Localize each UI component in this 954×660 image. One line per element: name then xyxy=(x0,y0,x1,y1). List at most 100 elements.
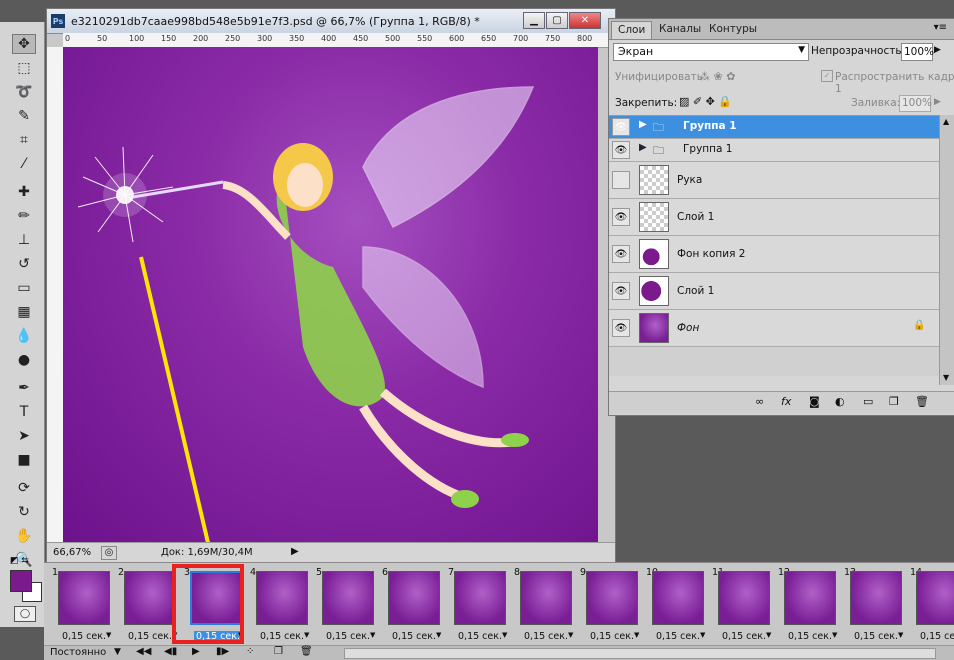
eye-hidden-icon[interactable] xyxy=(612,171,630,189)
3d-orbit-tool-icon[interactable]: ↻ xyxy=(12,502,36,522)
opacity-input[interactable]: 100% xyxy=(901,43,934,61)
play-icon[interactable]: ▶ xyxy=(192,646,200,657)
marquee-tool-icon[interactable]: ⬚ xyxy=(12,58,36,78)
zoom-level[interactable]: 66,67% xyxy=(53,547,91,558)
layer-row-fon-kopiya-2[interactable]: 👁 Фон копия 2 xyxy=(609,236,939,273)
duration-chevron-icon[interactable]: ▼ xyxy=(898,631,903,639)
timeline-frame[interactable]: 9 0,15 сек. ▼ xyxy=(578,567,640,645)
delete-layer-icon[interactable]: 🗑 xyxy=(915,395,929,408)
history-brush-tool-icon[interactable]: ↺ xyxy=(12,254,36,274)
propagate-checkbox[interactable]: ✓ xyxy=(821,70,833,82)
duration-chevron-icon[interactable]: ▼ xyxy=(238,631,243,639)
timeline-frame[interactable]: 130,15 сек.▼ xyxy=(842,567,904,645)
frame-duration[interactable]: 0,15 сек. xyxy=(62,631,106,642)
timeline-frame[interactable]: 3 0,15 сек. ▼ xyxy=(182,567,244,645)
timeline-frame[interactable]: 100,15 сек.▼ xyxy=(644,567,706,645)
duration-chevron-icon[interactable]: ▼ xyxy=(106,631,111,639)
crop-tool-icon[interactable]: ⌗ xyxy=(12,130,36,150)
loop-mode-select[interactable]: Постоянно xyxy=(50,647,106,658)
eyedropper-tool-icon[interactable]: ⁄ xyxy=(12,154,36,174)
timeline-frame[interactable]: 120,15 сек.▼ xyxy=(776,567,838,645)
status-menu-arrow-icon[interactable]: ▶ xyxy=(291,546,299,557)
quick-select-tool-icon[interactable]: ✎ xyxy=(12,106,36,126)
eye-icon[interactable]: 👁 xyxy=(612,141,630,159)
move-tool-icon[interactable]: ✥ xyxy=(12,34,36,54)
path-select-tool-icon[interactable]: ➤ xyxy=(12,426,36,446)
expand-triangle-icon[interactable]: ▶ xyxy=(639,142,647,153)
expand-triangle-icon[interactable]: ▶ xyxy=(639,119,647,130)
default-colors-icon[interactable]: ◩ ⇆ xyxy=(10,556,29,566)
frame-duration[interactable]: 0,15 сек. xyxy=(194,631,242,642)
duration-chevron-icon[interactable]: ▼ xyxy=(172,631,177,639)
frame-duration[interactable]: 0,15 сек. xyxy=(590,631,634,642)
image-canvas[interactable] xyxy=(63,47,598,542)
duplicate-frame-icon[interactable]: ❐ xyxy=(274,646,283,657)
tween-icon[interactable]: ⁘ xyxy=(246,646,254,657)
unify-icons[interactable]: ⁂ ❀ ✿ xyxy=(699,70,735,83)
loop-chevron-icon[interactable]: ▼ xyxy=(114,647,121,657)
dodge-tool-icon[interactable]: ● xyxy=(12,350,36,370)
frame-duration[interactable]: 0,15 сек. xyxy=(920,631,954,642)
layer-row-sloy-1-a[interactable]: 👁 Слой 1 xyxy=(609,199,939,236)
first-frame-icon[interactable]: ◀◀ xyxy=(136,646,151,657)
frame-duration[interactable]: 0,15 сек. xyxy=(260,631,304,642)
eye-icon[interactable]: 👁 xyxy=(612,118,630,136)
blend-mode-select[interactable]: Экран ▼ xyxy=(613,43,809,61)
timeline-frame[interactable]: 7 0,15 сек. ▼ xyxy=(446,567,508,645)
timeline-frame[interactable]: 4 0,15 сек. ▼ xyxy=(248,567,310,645)
frame-duration[interactable]: 0,15 сек. xyxy=(392,631,436,642)
pen-tool-icon[interactable]: ✒ xyxy=(12,378,36,398)
duration-chevron-icon[interactable]: ▼ xyxy=(436,631,441,639)
timeline-frame[interactable]: 5 0,15 сек. ▼ xyxy=(314,567,376,645)
duration-chevron-icon[interactable]: ▼ xyxy=(370,631,375,639)
opacity-slider-arrow-icon[interactable]: ▶ xyxy=(934,45,941,55)
frame-duration[interactable]: 0,15 сек. xyxy=(854,631,898,642)
quick-mask-icon[interactable]: ◯ xyxy=(14,606,36,622)
shape-tool-icon[interactable]: ■ xyxy=(12,450,36,470)
frame-duration[interactable]: 0,15 сек. xyxy=(458,631,502,642)
eye-icon[interactable]: 👁 xyxy=(612,282,630,300)
timeline-frame[interactable]: 8 0,15 сек. ▼ xyxy=(512,567,574,645)
frame-duration[interactable]: 0,15 сек. xyxy=(656,631,700,642)
add-mask-icon[interactable]: ◙ xyxy=(809,395,820,408)
duration-chevron-icon[interactable]: ▼ xyxy=(634,631,639,639)
eye-icon[interactable]: 👁 xyxy=(612,208,630,226)
duration-chevron-icon[interactable]: ▼ xyxy=(700,631,705,639)
duration-chevron-icon[interactable]: ▼ xyxy=(766,631,771,639)
status-options-icon[interactable]: ◎ xyxy=(101,546,117,560)
duration-chevron-icon[interactable]: ▼ xyxy=(502,631,507,639)
lock-icons[interactable]: ▨ ✐ ✥ 🔒 xyxy=(679,95,732,108)
frame-duration[interactable]: 0,15 сек. xyxy=(524,631,568,642)
delete-frame-icon[interactable]: 🗑 xyxy=(300,646,313,657)
gradient-tool-icon[interactable]: ▦ xyxy=(12,302,36,322)
foreground-color-swatch[interactable] xyxy=(10,570,32,592)
timeline-frame[interactable]: 6 0,15 сек. ▼ xyxy=(380,567,442,645)
close-button[interactable]: ✕ xyxy=(569,12,601,29)
maximize-button[interactable]: ▢ xyxy=(546,12,568,29)
timeline-frame[interactable]: 2 0,15 сек. ▼ xyxy=(116,567,178,645)
fill-slider-arrow-icon[interactable]: ▶ xyxy=(934,97,941,107)
clone-stamp-tool-icon[interactable]: ⊥ xyxy=(12,230,36,250)
layer-row-group-1-a[interactable]: 👁 ▶ 🗀 Группа 1 xyxy=(609,116,939,139)
layer-row-fon[interactable]: 👁 Фон 🔒 xyxy=(609,310,939,347)
layer-style-icon[interactable]: fx xyxy=(781,395,791,408)
timeline-frame[interactable]: 140,15 сек.▼ xyxy=(908,567,954,645)
eye-icon[interactable]: 👁 xyxy=(612,245,630,263)
frame-duration[interactable]: 0,15 сек. xyxy=(788,631,832,642)
scroll-down-icon[interactable]: ▼ xyxy=(943,373,949,382)
frame-duration[interactable]: 0,15 сек. xyxy=(722,631,766,642)
duration-chevron-icon[interactable]: ▼ xyxy=(832,631,837,639)
duration-chevron-icon[interactable]: ▼ xyxy=(568,631,573,639)
minimize-button[interactable]: ▁ xyxy=(523,12,545,29)
duration-chevron-icon[interactable]: ▼ xyxy=(304,631,309,639)
timeline-frame[interactable]: 110,15 сек.▼ xyxy=(710,567,772,645)
tab-paths[interactable]: Контуры xyxy=(703,21,763,38)
healing-brush-tool-icon[interactable]: ✚ xyxy=(12,182,36,202)
scroll-up-icon[interactable]: ▲ xyxy=(943,117,949,126)
adjustment-layer-icon[interactable]: ◐ xyxy=(835,395,845,408)
lasso-tool-icon[interactable]: ➰ xyxy=(12,82,36,102)
new-group-icon[interactable]: ▭ xyxy=(863,395,873,408)
link-layers-icon[interactable]: ∞ xyxy=(755,395,764,408)
layers-scrollbar[interactable]: ▲ ▼ xyxy=(939,115,954,385)
layer-row-sloy-1-b[interactable]: 👁 Слой 1 xyxy=(609,273,939,310)
